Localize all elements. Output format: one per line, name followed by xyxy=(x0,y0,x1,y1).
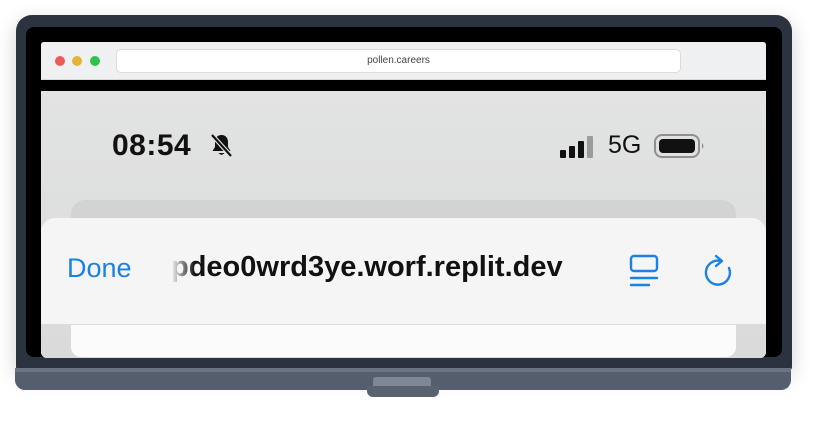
reload-icon[interactable] xyxy=(700,253,736,291)
done-button[interactable]: Done xyxy=(67,253,132,284)
maximize-window-button[interactable] xyxy=(90,56,100,66)
network-type: 5G xyxy=(608,131,642,159)
close-window-button[interactable] xyxy=(55,56,65,66)
laptop-foot xyxy=(367,386,439,397)
status-time: 08:54 xyxy=(112,129,192,162)
minimize-window-button[interactable] xyxy=(72,56,82,66)
screen: pollen.careers 08:54 5G Done pdeo0wrd3ye… xyxy=(41,42,766,358)
browser-sheet-header: Done pdeo0wrd3ye.worf.replit.dev xyxy=(41,218,766,325)
screen-top-strip xyxy=(41,80,766,91)
page-url[interactable]: pdeo0wrd3ye.worf.replit.dev xyxy=(171,251,601,287)
base-edge xyxy=(15,368,791,372)
reader-icon[interactable] xyxy=(627,252,661,292)
battery-icon xyxy=(654,134,704,158)
signal-icon xyxy=(560,136,593,158)
browser-address-field[interactable]: pollen.careers xyxy=(116,49,681,73)
bell-slash-icon xyxy=(210,133,233,158)
phone-screen: 08:54 5G Done pdeo0wrd3ye.worf.replit.de… xyxy=(41,91,766,358)
browser-toolbar: pollen.careers xyxy=(41,42,766,80)
